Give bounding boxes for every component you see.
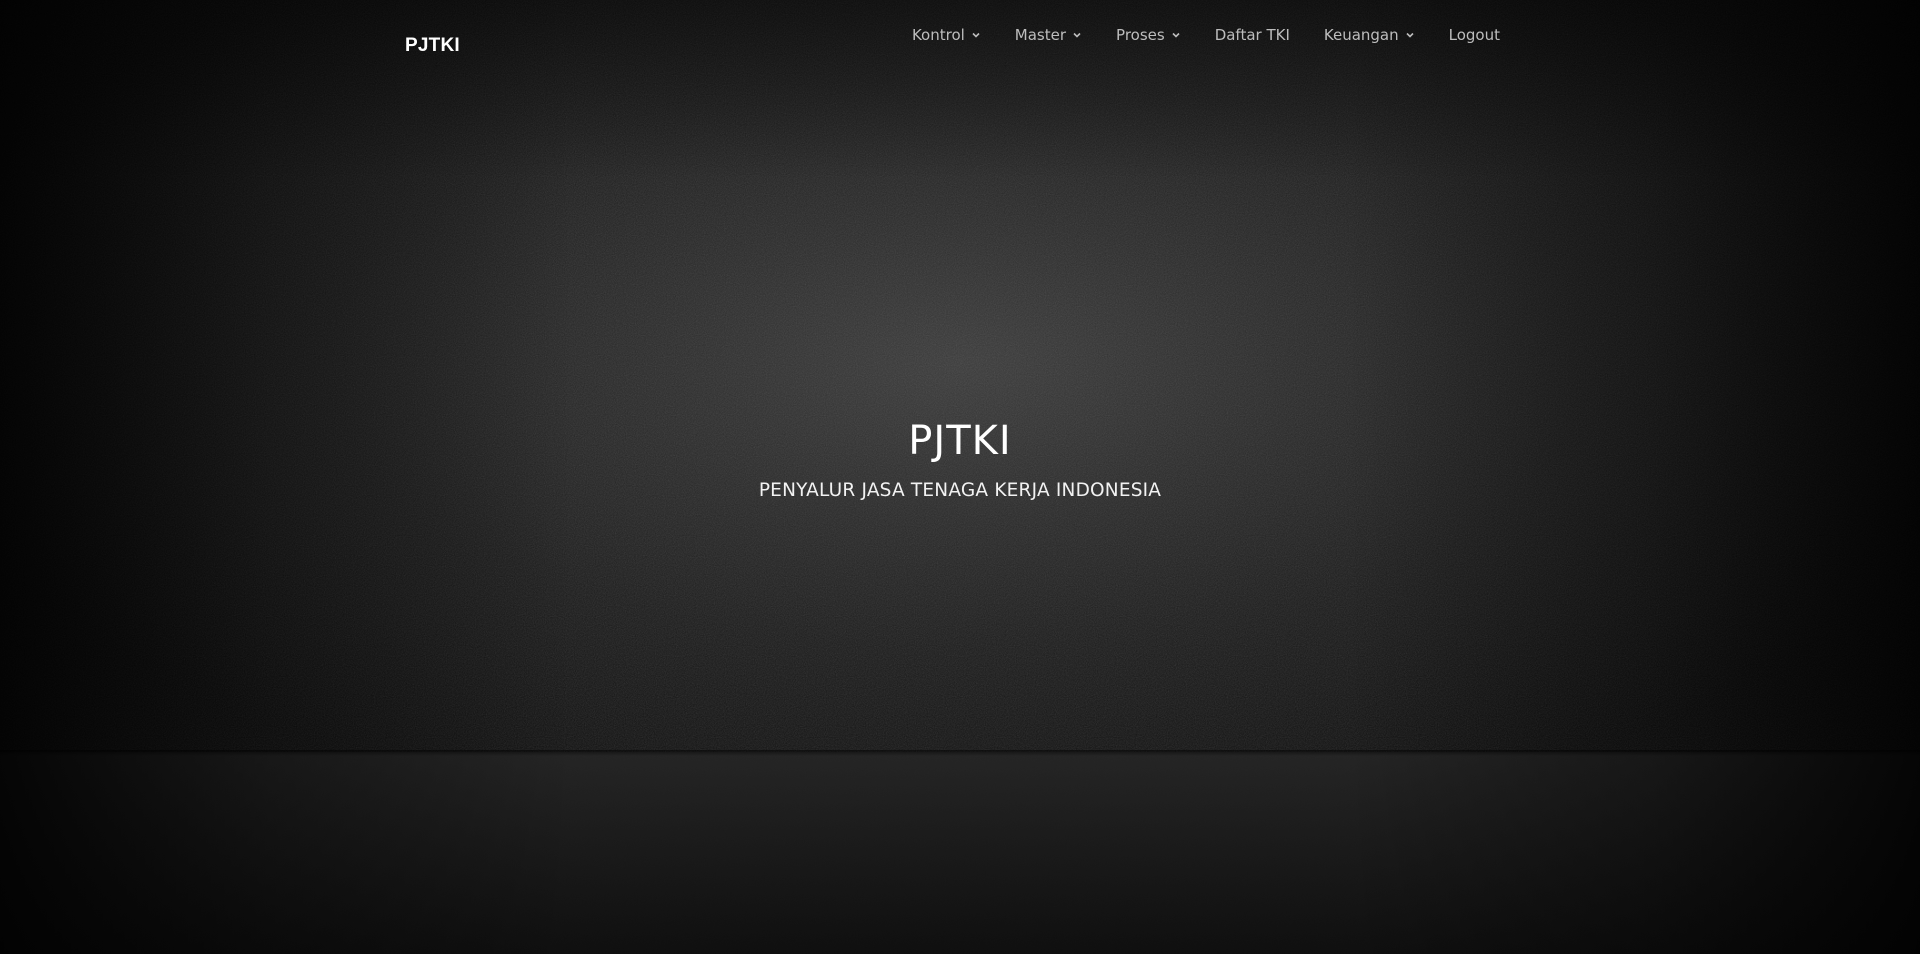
chevron-down-icon: [1072, 30, 1082, 40]
nav-item-label: Kontrol: [911, 26, 965, 44]
navbar: PJTKI Kontrol Master Proses Daftar TKI K…: [405, 0, 1500, 76]
chevron-down-icon: [1405, 30, 1415, 40]
brand-logo[interactable]: PJTKI: [405, 35, 460, 57]
hero-subtitle: PENYALUR JASA TENAGA KERJA INDONESIA: [758, 480, 1162, 501]
nav-item-kontrol[interactable]: Kontrol: [912, 26, 981, 44]
chevron-down-icon: [971, 30, 981, 40]
page-background: PJTKI Kontrol Master Proses Daftar TKI K…: [0, 0, 1920, 954]
nav-item-label: Proses: [1116, 26, 1165, 44]
nav-item-keuangan[interactable]: Keuangan: [1324, 26, 1415, 44]
nav-item-daftar-tki[interactable]: Daftar TKI: [1215, 26, 1290, 44]
hero-title: PJTKI: [908, 418, 1012, 464]
nav-item-proses[interactable]: Proses: [1116, 26, 1181, 44]
nav-item-label: Master: [1014, 26, 1067, 44]
floor-edge: [0, 750, 1920, 756]
hero: PJTKI PENYALUR JASA TENAGA KERJA INDONES…: [0, 418, 1920, 501]
nav-item-label: Keuangan: [1323, 26, 1399, 44]
nav-menu: Kontrol Master Proses Daftar TKI Keuanga…: [912, 26, 1500, 44]
nav-item-logout[interactable]: Logout: [1449, 26, 1500, 44]
floor: [0, 752, 1920, 954]
nav-item-label: Daftar TKI: [1214, 26, 1290, 44]
nav-item-master[interactable]: Master: [1015, 26, 1082, 44]
chevron-down-icon: [1171, 30, 1181, 40]
nav-item-label: Logout: [1448, 26, 1500, 44]
